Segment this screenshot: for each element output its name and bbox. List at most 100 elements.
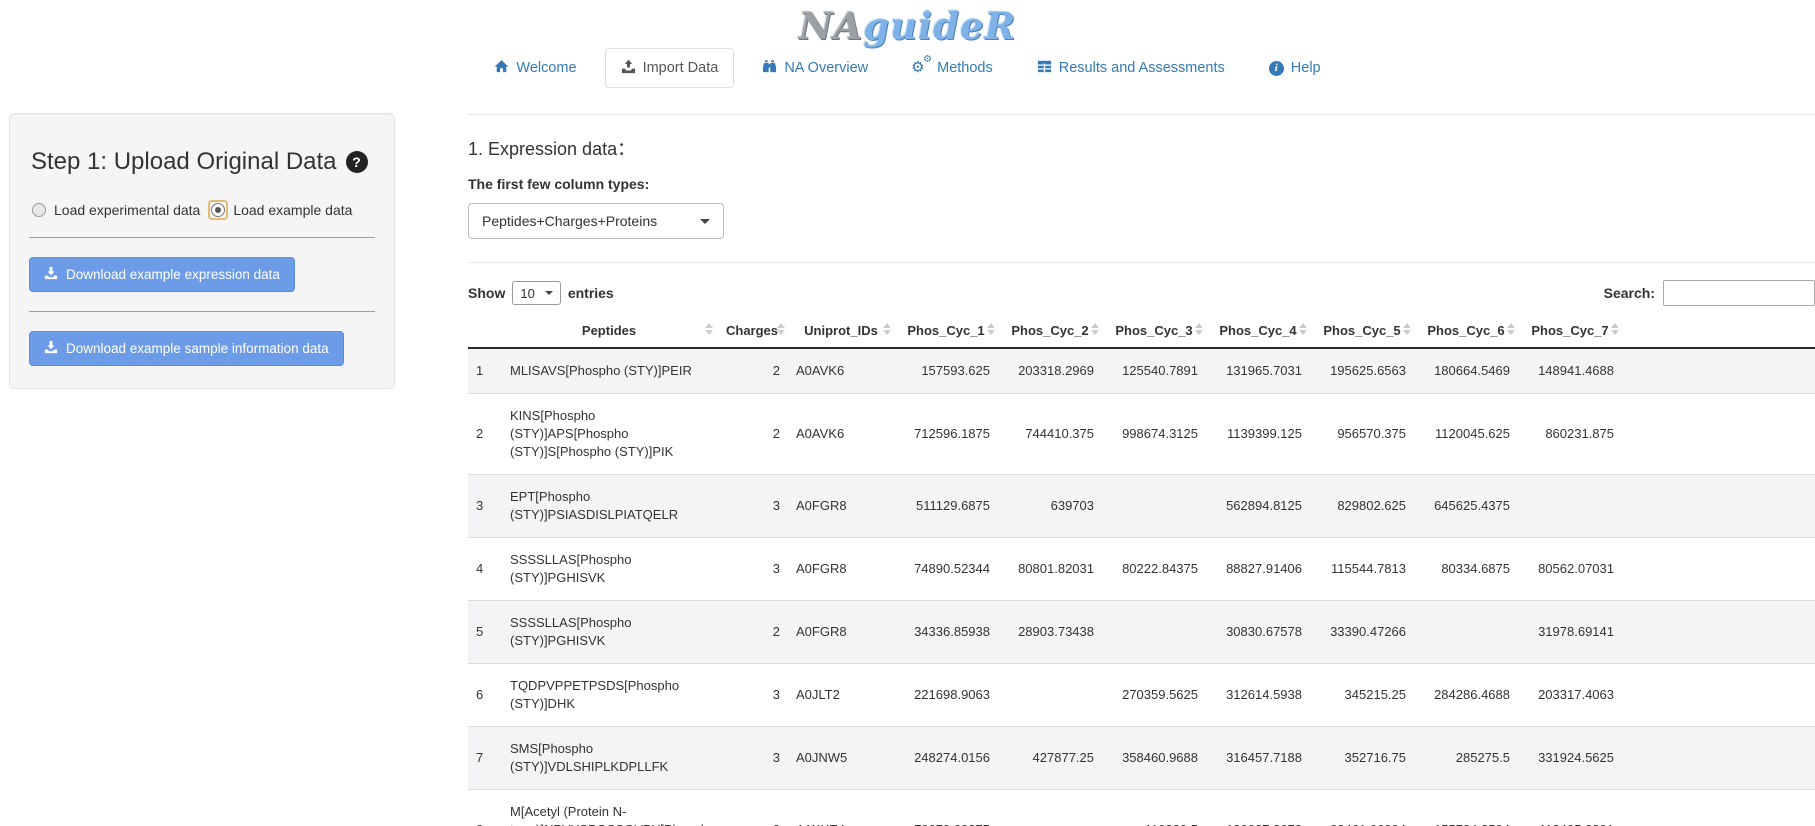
- page-length-value: 10: [520, 286, 534, 301]
- search-input[interactable]: [1663, 280, 1815, 306]
- value-cell-phos-cyc-5: 345215.25: [1310, 664, 1414, 727]
- value-cell-phos-cyc-4: 30830.67578: [1206, 601, 1310, 664]
- peptide-cell: KINS[Phospho (STY)]APS[Phospho (STY)]S[P…: [502, 394, 716, 475]
- column-header-phos_cyc_5[interactable]: Phos_Cyc_5: [1310, 314, 1414, 348]
- table-row: 2KINS[Phospho (STY)]APS[Phospho (STY)]S[…: [468, 394, 1815, 475]
- value-cell-phos-cyc-4: 131965.7031: [1206, 348, 1310, 394]
- column-header-peptides[interactable]: Peptides: [502, 314, 716, 348]
- row-index: 1: [468, 348, 502, 394]
- filler-cell: [1622, 538, 1815, 601]
- column-header-uniprot_ids[interactable]: Uniprot_IDs: [788, 314, 894, 348]
- tab-welcome[interactable]: Welcome: [478, 48, 592, 88]
- value-cell-phos-cyc-1: 74890.52344: [894, 538, 998, 601]
- table-row: 7SMS[Phospho (STY)]VDLSHIPLKDPLLFK3A0JNW…: [468, 727, 1815, 790]
- value-cell-phos-cyc-4: 88827.91406: [1206, 538, 1310, 601]
- value-cell-phos-cyc-6: 180664.5469: [1414, 348, 1518, 394]
- tab-na-overview[interactable]: NA Overview: [746, 48, 884, 88]
- upload-panel: Step 1: Upload Original Data ? Load expe…: [9, 113, 395, 389]
- sort-icon[interactable]: [987, 323, 995, 335]
- tab-methods[interactable]: ⚙⚙ Methods: [896, 48, 1009, 88]
- column-types-select[interactable]: Peptides+Charges+Proteins: [468, 203, 724, 239]
- value-cell-phos-cyc-7: 113495.2891: [1518, 790, 1622, 826]
- sort-icon[interactable]: [1091, 323, 1099, 335]
- sort-icon[interactable]: [705, 323, 713, 335]
- value-cell-phos-cyc-3: 125540.7891: [1102, 348, 1206, 394]
- filler-cell: [1622, 790, 1815, 826]
- column-header-phos_cyc_7[interactable]: Phos_Cyc_7: [1518, 314, 1622, 348]
- app-logo: NAguideR: [799, 4, 1017, 48]
- table-row: 5SSSSLLAS[Phospho (STY)]PGHISVK2A0FGR834…: [468, 601, 1815, 664]
- table-row: 3EPT[Phospho (STY)]PSIASDISLPIATQELR3A0F…: [468, 475, 1815, 538]
- tab-results-assessments[interactable]: Results and Assessments: [1021, 48, 1241, 88]
- show-label: Show: [468, 285, 505, 301]
- radio-load-experimental-data[interactable]: Load experimental data: [31, 202, 200, 218]
- column-header-label: Phos_Cyc_6: [1427, 323, 1504, 338]
- expression-data-table: PeptidesChargesUniprot_IDsPhos_Cyc_1Phos…: [468, 314, 1815, 826]
- chevron-down-icon: [545, 291, 553, 295]
- binoculars-icon: [762, 59, 777, 78]
- logo-part-guider: guideR: [863, 4, 1016, 48]
- page-length-select[interactable]: 10: [512, 281, 560, 305]
- value-cell-phos-cyc-2: 28903.73438: [998, 601, 1102, 664]
- column-header-phos_cyc_1[interactable]: Phos_Cyc_1: [894, 314, 998, 348]
- sort-icon[interactable]: [777, 323, 785, 335]
- filler-cell: [1622, 727, 1815, 790]
- value-cell-phos-cyc-7: [1518, 475, 1622, 538]
- value-cell-phos-cyc-3: 358460.9688: [1102, 727, 1206, 790]
- column-header-label: Phos_Cyc_4: [1219, 323, 1296, 338]
- value-cell-phos-cyc-7: 331924.5625: [1518, 727, 1622, 790]
- row-index: 5: [468, 601, 502, 664]
- column-header-phos_cyc_6[interactable]: Phos_Cyc_6: [1414, 314, 1518, 348]
- tab-help[interactable]: i Help: [1253, 48, 1337, 88]
- tab-label: Results and Assessments: [1059, 60, 1225, 76]
- data-source-radios: Load experimental data Load example data: [31, 202, 375, 218]
- charges-cell: 2: [716, 601, 788, 664]
- value-cell-phos-cyc-6: [1414, 601, 1518, 664]
- sort-icon[interactable]: [1299, 323, 1307, 335]
- peptide-cell: EPT[Phospho (STY)]PSIASDISLPIATQELR: [502, 475, 716, 538]
- table-row: 1MLISAVS[Phospho (STY)]PEIR2A0AVK6157593…: [468, 348, 1815, 394]
- panel-title-text: Step 1: Upload Original Data: [31, 148, 337, 176]
- row-index: 7: [468, 727, 502, 790]
- tab-label: Import Data: [643, 60, 719, 76]
- column-header-charges[interactable]: Charges: [716, 314, 788, 348]
- filler-cell: [1622, 475, 1815, 538]
- radio-label: Load example data: [233, 202, 352, 218]
- app-header: NAguideR: [0, 0, 1815, 48]
- sort-icon[interactable]: [1611, 323, 1619, 335]
- value-cell-phos-cyc-1: 221698.9063: [894, 664, 998, 727]
- question-circle-icon[interactable]: ?: [346, 151, 368, 173]
- value-cell-phos-cyc-4: 562894.8125: [1206, 475, 1310, 538]
- value-cell-phos-cyc-7: 80562.07031: [1518, 538, 1622, 601]
- filler-cell: [1622, 664, 1815, 727]
- table-row: 4SSSSLLAS[Phospho (STY)]PGHISVK3A0FGR874…: [468, 538, 1815, 601]
- uniprot-cell: A0JLT2: [788, 664, 894, 727]
- section-title: 1. Expression data：: [468, 135, 1815, 161]
- value-cell-phos-cyc-6: 645625.4375: [1414, 475, 1518, 538]
- radio-load-example-data[interactable]: Load example data: [210, 202, 352, 218]
- sort-icon[interactable]: [883, 323, 891, 335]
- download-expression-data-button[interactable]: Download example expression data: [29, 257, 295, 292]
- uniprot-cell: A0FGR8: [788, 538, 894, 601]
- column-header-label: Uniprot_IDs: [804, 323, 878, 338]
- value-cell-phos-cyc-1: 712596.1875: [894, 394, 998, 475]
- column-header-phos_cyc_4[interactable]: Phos_Cyc_4: [1206, 314, 1310, 348]
- value-cell-phos-cyc-2: [998, 664, 1102, 727]
- peptide-cell: M[Acetyl (Protein N-term)]NPVYSPGSSGVPY[…: [502, 790, 716, 826]
- value-cell-phos-cyc-2: 203318.2969: [998, 348, 1102, 394]
- download-sample-information-button[interactable]: Download example sample information data: [29, 331, 344, 366]
- sort-icon[interactable]: [1507, 323, 1515, 335]
- row-index: 8: [468, 790, 502, 826]
- column-header-phos_cyc_3[interactable]: Phos_Cyc_3: [1102, 314, 1206, 348]
- column-types-value: Peptides+Charges+Proteins: [482, 213, 657, 229]
- column-header-phos_cyc_2[interactable]: Phos_Cyc_2: [998, 314, 1102, 348]
- charges-cell: 3: [716, 475, 788, 538]
- value-cell-phos-cyc-3: 110380.5: [1102, 790, 1206, 826]
- column-header-label: Phos_Cyc_7: [1531, 323, 1608, 338]
- sort-icon[interactable]: [1403, 323, 1411, 335]
- value-cell-phos-cyc-7: 203317.4063: [1518, 664, 1622, 727]
- tab-import-data[interactable]: Import Data: [605, 48, 735, 88]
- value-cell-phos-cyc-3: [1102, 475, 1206, 538]
- sort-icon[interactable]: [1195, 323, 1203, 335]
- value-cell-phos-cyc-2: [998, 790, 1102, 826]
